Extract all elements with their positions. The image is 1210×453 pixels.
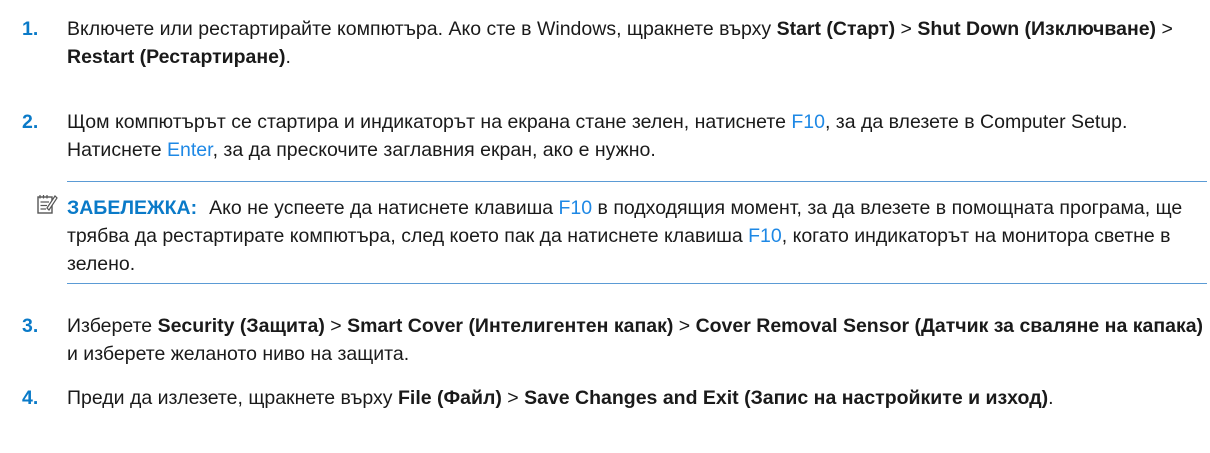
text-run: . (285, 46, 291, 68)
text-run: Ако не успеете да натиснете клавиша (209, 197, 559, 219)
text-run: Щом компютърът се стартира и индикаторът… (67, 111, 792, 133)
step-text: Включете или рестартирайте компютъра. Ак… (67, 15, 1207, 71)
bold-term: Start (Старт) (776, 18, 896, 40)
step-number: 4. (22, 387, 39, 409)
step-number: 3. (22, 315, 39, 337)
note-box: ЗАБЕЛЕЖКА: Ако не успеете да натиснете кл… (67, 181, 1207, 284)
step-text: Изберете Security (Защита) > Smart Cover… (67, 312, 1207, 368)
step-number: 1. (22, 18, 39, 40)
bold-term: Cover Removal Sensor (Датчик за сваляне … (695, 315, 1204, 337)
text-run: Преди да излезете, щракнете върху (67, 387, 398, 409)
key-name: F10 (791, 111, 825, 133)
bold-term: File (Файл) (397, 387, 502, 409)
note-body: ЗАБЕЛЕЖКА: Ако не успеете да натиснете кл… (67, 194, 1197, 278)
text-run: > (501, 387, 525, 409)
bold-term: Security (Защита) (157, 315, 325, 337)
text-run: > (1156, 18, 1173, 40)
text-run: > (324, 315, 348, 337)
note-label: ЗАБЕЛЕЖКА: (67, 197, 198, 219)
note-text: Ако не успеете да натиснете клавиша F10 … (67, 197, 1182, 275)
step-text: Преди да излезете, щракнете върху File (… (67, 384, 1207, 412)
bold-term: Shut Down (Изключване) (917, 18, 1157, 40)
step-text: Щом компютърът се стартира и индикаторът… (67, 108, 1207, 164)
key-name: Enter (167, 139, 213, 161)
text-run: Включете или рестартирайте компютъра. Ак… (67, 18, 777, 40)
step-number: 2. (22, 111, 39, 133)
text-run: > (673, 315, 696, 337)
text-run: > (895, 18, 918, 40)
text-run: Изберете (67, 315, 158, 337)
key-name: F10 (748, 225, 782, 247)
key-name: F10 (558, 197, 593, 219)
bold-term: Save Changes and Exit (Запис на настройк… (524, 387, 1049, 409)
text-run: . (1048, 387, 1054, 409)
bold-term: Restart (Рестартиране) (67, 46, 286, 68)
bold-term: Smart Cover (Интелигентен капак) (347, 315, 674, 337)
note-pad-icon (37, 195, 58, 214)
text-run: , за да прескочите заглавния екран, ако … (212, 139, 656, 161)
text-run: и изберете желаното ниво на защита. (67, 343, 410, 365)
